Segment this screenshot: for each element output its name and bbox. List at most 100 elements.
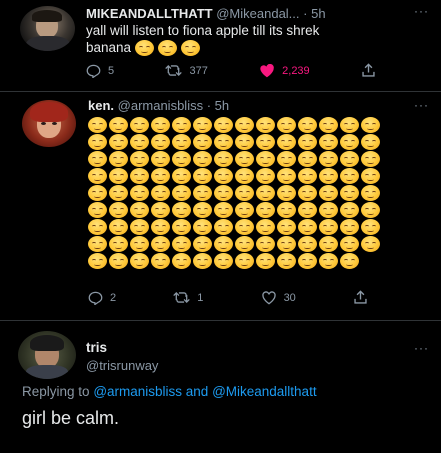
relieved-face-emoji (319, 168, 338, 184)
user-handle[interactable]: @armanisbliss (118, 98, 203, 113)
relieved-face-emoji (340, 219, 359, 235)
relieved-face-emoji (109, 151, 128, 167)
relieved-face-emoji (298, 117, 317, 133)
relieved-face-emoji (340, 185, 359, 201)
relieved-face-emoji (193, 236, 212, 252)
relieved-face-emoji (340, 117, 359, 133)
relieved-face-emoji (193, 253, 212, 269)
tweet-tris[interactable]: tris @trisrunway ··· Replying to @armani… (0, 321, 441, 453)
relieved-face-emoji (256, 253, 275, 269)
share-icon (354, 290, 367, 304)
tweet-actions: 5 377 2,239 (86, 63, 376, 78)
relieved-face-emoji (277, 168, 296, 184)
relieved-face-emoji (235, 185, 254, 201)
relieved-face-emoji (361, 219, 380, 235)
tweet-header: ken. @armanisbliss · 5h (88, 98, 229, 113)
display-name[interactable]: MIKEANDALLTHATT (86, 6, 213, 21)
retweet-count: 1 (197, 291, 204, 304)
relieved-face-emoji (298, 253, 317, 269)
relieved-face-emoji (298, 185, 317, 201)
user-handle[interactable]: @trisrunway (86, 358, 158, 373)
relieved-face-emoji (172, 236, 191, 252)
share-button[interactable] (361, 63, 376, 78)
retweet-button[interactable]: 1 (173, 291, 203, 304)
relieved-face-emoji (361, 202, 380, 218)
heart-outline-icon (261, 290, 276, 304)
tweet-actions: 2 1 30 (88, 290, 368, 305)
relieved-face-emoji (130, 134, 149, 150)
avatar-tris[interactable] (18, 331, 76, 379)
reply-button[interactable]: 5 (86, 64, 114, 78)
heart-filled-icon (260, 63, 274, 77)
relieved-face-emoji (277, 117, 296, 133)
relieved-face-emoji (109, 134, 128, 150)
relieved-face-emoji (88, 117, 107, 133)
relieved-face-emoji (298, 219, 317, 235)
retweet-button[interactable]: 377 (165, 64, 208, 77)
relieved-face-emoji (361, 117, 380, 133)
replying-to-link[interactable]: @armanisbliss and @Mikeandallthatt (93, 384, 316, 399)
relieved-face-emoji (256, 168, 275, 184)
relieved-face-emoji (130, 219, 149, 235)
relieved-face-emoji (181, 39, 201, 56)
reply-count: 2 (110, 291, 117, 304)
relieved-face-emoji (88, 202, 107, 218)
user-handle[interactable]: @Mikeandal... (216, 6, 299, 21)
relieved-face-emoji (340, 236, 359, 252)
timestamp[interactable]: 5h (215, 98, 229, 113)
relieved-face-emoji (172, 202, 191, 218)
relieved-face-emoji (277, 202, 296, 218)
relieved-face-emoji (277, 253, 296, 269)
relieved-face-emoji (256, 219, 275, 235)
relieved-face-emoji (172, 168, 191, 184)
relieved-face-emoji (235, 151, 254, 167)
avatar-mikeandallthatt[interactable] (20, 6, 75, 51)
relieved-face-emoji (151, 117, 170, 133)
separator-dot: · (303, 6, 312, 21)
relieved-face-emoji (361, 236, 380, 252)
relieved-face-emoji (235, 117, 254, 133)
relieved-face-emoji (361, 151, 380, 167)
relieved-face-emoji (361, 185, 380, 201)
relieved-face-emoji (340, 134, 359, 150)
tweet-ken[interactable]: ken. @armanisbliss · 5h ··· 2 1 30 (0, 92, 441, 320)
relieved-face-emoji (109, 202, 128, 218)
relieved-face-emoji (340, 151, 359, 167)
relieved-face-emoji (298, 236, 317, 252)
avatar-ken[interactable] (22, 100, 76, 147)
replying-to: Replying to @armanisbliss and @Mikeandal… (22, 384, 317, 399)
relieved-face-emoji (88, 151, 107, 167)
more-options-icon[interactable]: ··· (414, 341, 429, 355)
relieved-face-emoji (214, 168, 233, 184)
tweet-text-word: banana (86, 40, 132, 55)
tweet-text: girl be calm. (22, 408, 120, 428)
reply-count: 5 (108, 64, 115, 77)
relieved-face-emoji (319, 253, 338, 269)
relieved-face-emoji (256, 134, 275, 150)
share-button[interactable] (353, 290, 368, 305)
relieved-face-emoji (277, 185, 296, 201)
more-options-icon[interactable]: ··· (414, 98, 429, 112)
relieved-face-emoji (109, 168, 128, 184)
relieved-face-emoji (319, 117, 338, 133)
relieved-face-emoji (130, 151, 149, 167)
tweet-mikeandallthatt[interactable]: MIKEANDALLTHATT @Mikeandal... · 5h ··· y… (0, 0, 441, 92)
display-name[interactable]: tris (86, 340, 107, 355)
timestamp[interactable]: 5h (311, 6, 325, 21)
relieved-face-emoji (298, 202, 317, 218)
relieved-face-emoji (88, 236, 107, 252)
reply-icon (88, 291, 103, 305)
relieved-face-emoji (256, 236, 275, 252)
retweet-icon (173, 292, 191, 303)
like-button[interactable]: 30 (261, 290, 296, 305)
relieved-face-emoji (151, 219, 170, 235)
relieved-face-emoji (172, 117, 191, 133)
relieved-face-emoji (109, 236, 128, 252)
relieved-face-emoji (130, 236, 149, 252)
display-name[interactable]: ken. (88, 98, 114, 113)
like-count: 30 (283, 291, 296, 304)
reply-button[interactable]: 2 (88, 291, 116, 305)
more-options-icon[interactable]: ··· (414, 4, 429, 18)
relieved-face-emoji (151, 151, 170, 167)
like-button[interactable]: 2,239 (259, 63, 310, 78)
